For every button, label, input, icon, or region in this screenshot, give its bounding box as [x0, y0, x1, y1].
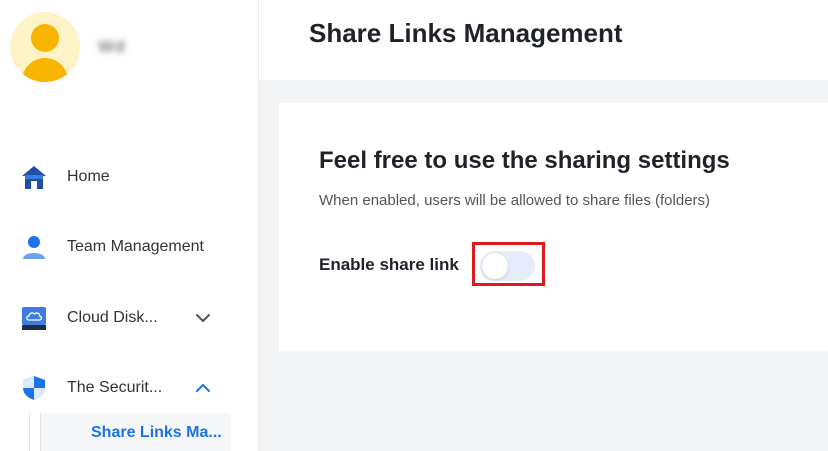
cloud-disk-icon [22, 307, 46, 330]
share-link-toggle[interactable] [480, 251, 535, 281]
sidebar-item-team-management[interactable]: Team Management [0, 227, 258, 267]
avatar-body [22, 58, 68, 82]
sidebar-subitem-label: Share Links Ma... [91, 424, 222, 441]
page-title: Share Links Management [309, 18, 623, 48]
app-window: Wd Home Team Management Cloud Disk... Th… [0, 0, 828, 451]
sidebar-item-label: Home [67, 168, 110, 185]
home-icon [22, 166, 46, 189]
sidebar-item-security[interactable]: The Securit... [0, 368, 258, 408]
sidebar-item-label: Team Management [67, 238, 204, 255]
sidebar-item-label: The Securit... [67, 379, 163, 396]
sub-tree-line [29, 413, 30, 451]
card-title: Feel free to use the sharing settings [319, 147, 730, 174]
sidebar-subitem-share-links[interactable]: Share Links Ma... [40, 413, 231, 451]
sidebar-item-label: Cloud Disk... [67, 309, 158, 326]
page-header: Share Links Management [259, 0, 828, 80]
sidebar-item-cloud-disk[interactable]: Cloud Disk... [0, 298, 258, 338]
username: Wd [98, 37, 126, 56]
profile[interactable]: Wd [10, 12, 126, 82]
shield-icon [23, 376, 45, 400]
avatar-head [31, 24, 59, 52]
card-description: When enabled, users will be allowed to s… [319, 192, 711, 209]
toggle-knob[interactable] [482, 253, 508, 279]
avatar[interactable] [10, 12, 80, 82]
sharing-settings-card: Feel free to use the sharing settings Wh… [279, 103, 828, 351]
chevron-up-icon[interactable] [193, 378, 213, 398]
user-icon [23, 236, 45, 259]
sidebar-item-home[interactable]: Home [0, 157, 258, 197]
chevron-down-icon[interactable] [193, 308, 213, 328]
toggle-label: Enable share link [319, 255, 459, 274]
sidebar: Wd Home Team Management Cloud Disk... Th… [0, 0, 259, 451]
